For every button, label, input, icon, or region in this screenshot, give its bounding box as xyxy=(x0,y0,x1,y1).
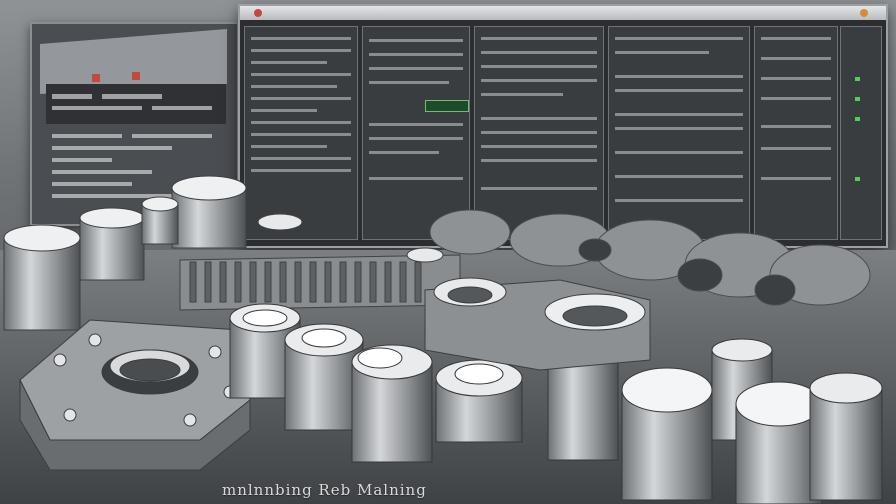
caption-text: mnlnnbing Reb Malning xyxy=(222,481,427,499)
machinery-illustration xyxy=(0,175,896,504)
scene-root: mnlnnbing Reb Malning xyxy=(0,0,896,504)
